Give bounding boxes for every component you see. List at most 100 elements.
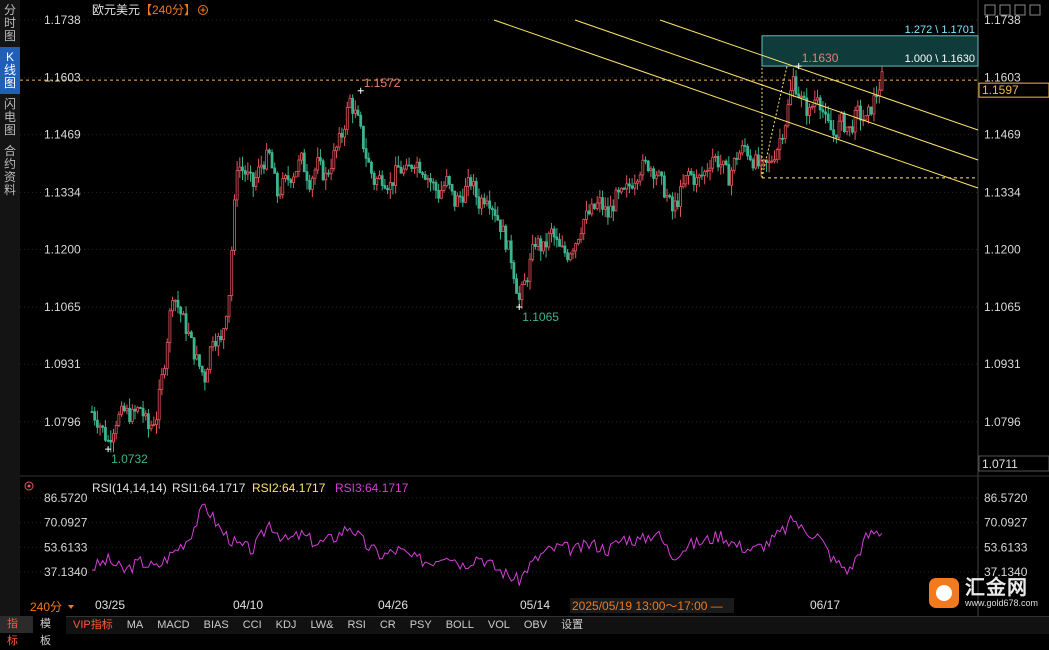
candle-body bbox=[566, 252, 570, 261]
sidebar-tab-1[interactable]: K线图 bbox=[0, 47, 20, 94]
indicator-tab-3[interactable]: BIAS bbox=[197, 617, 236, 634]
candle-body bbox=[243, 170, 247, 175]
bottom-left-tabs: 指标 模板 bbox=[0, 616, 66, 647]
candle-body bbox=[872, 95, 876, 115]
indicator-tab-7[interactable]: RSI bbox=[340, 617, 372, 634]
candle-body bbox=[507, 240, 510, 250]
price-label-left: 1.1200 bbox=[44, 242, 81, 256]
candle-body bbox=[305, 171, 309, 181]
candle-body bbox=[625, 183, 629, 190]
candle-body bbox=[646, 160, 650, 171]
bottom-left-0[interactable]: 指标 bbox=[0, 616, 33, 647]
candle-body bbox=[233, 199, 236, 251]
candle-body bbox=[867, 106, 870, 116]
indicator-tab-13[interactable]: 设置 bbox=[554, 617, 590, 634]
candle-body bbox=[168, 310, 172, 343]
candle-body bbox=[257, 166, 260, 178]
candle-body bbox=[738, 152, 741, 160]
fullscreen-icon bbox=[1029, 4, 1041, 16]
candle-body bbox=[695, 177, 698, 185]
candle-body bbox=[155, 419, 158, 425]
indicator-tab-11[interactable]: VOL bbox=[481, 617, 517, 634]
candle-body bbox=[722, 160, 725, 166]
candle-body bbox=[190, 331, 193, 339]
candle-body bbox=[114, 424, 118, 435]
price-label-right: 1.0796 bbox=[984, 415, 1021, 429]
indicator-tab-0[interactable]: VIP指标 bbox=[66, 617, 120, 634]
sidebar-tab-2[interactable]: 闪电图 bbox=[0, 94, 20, 141]
indicator-tab-6[interactable]: LW& bbox=[303, 617, 340, 634]
candle-body bbox=[138, 407, 142, 409]
candle-body bbox=[493, 209, 497, 216]
candle-body bbox=[332, 150, 336, 169]
indicator-tab-9[interactable]: PSY bbox=[403, 617, 439, 634]
price-chart[interactable]: 1.272 \ 1.17011.000 \ 1.1630 1.1738 1.173… bbox=[20, 0, 1049, 616]
candle-body bbox=[122, 405, 126, 412]
candle-body bbox=[464, 185, 467, 203]
candle-body bbox=[439, 190, 443, 199]
candle-body bbox=[775, 149, 779, 160]
candle-body bbox=[426, 178, 430, 180]
candle-body bbox=[445, 176, 449, 186]
candle-body bbox=[619, 187, 623, 193]
candle-body bbox=[128, 407, 132, 422]
indicator-tab-1[interactable]: MA bbox=[120, 617, 151, 634]
candle-body bbox=[241, 166, 244, 171]
candle-body bbox=[345, 107, 349, 130]
candle-body bbox=[343, 128, 346, 138]
candle-body bbox=[319, 157, 322, 162]
current-price-tag: 1.1597 bbox=[982, 83, 1019, 97]
bottom-left-1[interactable]: 模板 bbox=[33, 616, 66, 647]
candle-body bbox=[297, 159, 301, 172]
time-label: 04/10 bbox=[233, 598, 263, 612]
candle-body bbox=[147, 413, 150, 430]
time-label: 03/25 bbox=[95, 598, 125, 612]
candle-body bbox=[112, 433, 115, 443]
candle-body bbox=[609, 205, 613, 218]
candle-body bbox=[595, 202, 599, 209]
candle-body bbox=[375, 178, 379, 185]
indicator-tab-8[interactable]: CR bbox=[373, 617, 403, 634]
price-label-right: 1.1469 bbox=[984, 128, 1021, 142]
rsi-line bbox=[91, 503, 883, 586]
candle-body bbox=[160, 374, 164, 390]
candle-body bbox=[351, 97, 355, 114]
circle-plus-icon-cross bbox=[200, 7, 206, 13]
candle-body bbox=[181, 313, 185, 316]
candle-body bbox=[560, 245, 564, 248]
candle-body bbox=[353, 109, 357, 114]
candle-body bbox=[864, 115, 868, 121]
candle-body bbox=[684, 175, 688, 185]
sidebar-tab-3[interactable]: 合约资料 bbox=[0, 141, 20, 201]
candle-body bbox=[611, 205, 615, 212]
indicator-tab-12[interactable]: OBV bbox=[517, 617, 554, 634]
indicator-tab-4[interactable]: CCI bbox=[236, 617, 269, 634]
candle-body bbox=[378, 175, 381, 180]
rsi-label-right: 70.0927 bbox=[984, 516, 1028, 530]
candle-body bbox=[136, 407, 140, 412]
rsi-label-right: 53.6133 bbox=[984, 540, 1028, 554]
candle-body bbox=[206, 369, 209, 383]
candle-body bbox=[313, 169, 317, 179]
candle-body bbox=[308, 180, 312, 190]
candle-body bbox=[447, 176, 451, 185]
candle-body bbox=[875, 95, 879, 97]
rsi-header: RSI(14,14,14) bbox=[92, 481, 167, 495]
indicator-tab-10[interactable]: BOLL bbox=[439, 617, 481, 634]
fib-100-label: 1.000 \ 1.1630 bbox=[905, 53, 975, 65]
indicator-tab-2[interactable]: MACD bbox=[150, 617, 196, 634]
candle-body bbox=[421, 172, 424, 175]
candle-body bbox=[770, 160, 774, 163]
candle-body bbox=[552, 228, 556, 238]
candle-body bbox=[230, 250, 234, 296]
candle-body bbox=[265, 149, 269, 170]
indicator-tab-5[interactable]: KDJ bbox=[269, 617, 304, 634]
candle-body bbox=[286, 175, 290, 181]
candle-body bbox=[515, 278, 518, 294]
sidebar-tab-0[interactable]: 分时图 bbox=[0, 0, 20, 47]
chevron-down-icon bbox=[68, 605, 74, 609]
candle-body bbox=[93, 411, 97, 421]
price-label-left: 1.0931 bbox=[44, 357, 81, 371]
candle-body bbox=[192, 337, 196, 360]
candle-body bbox=[662, 175, 666, 198]
